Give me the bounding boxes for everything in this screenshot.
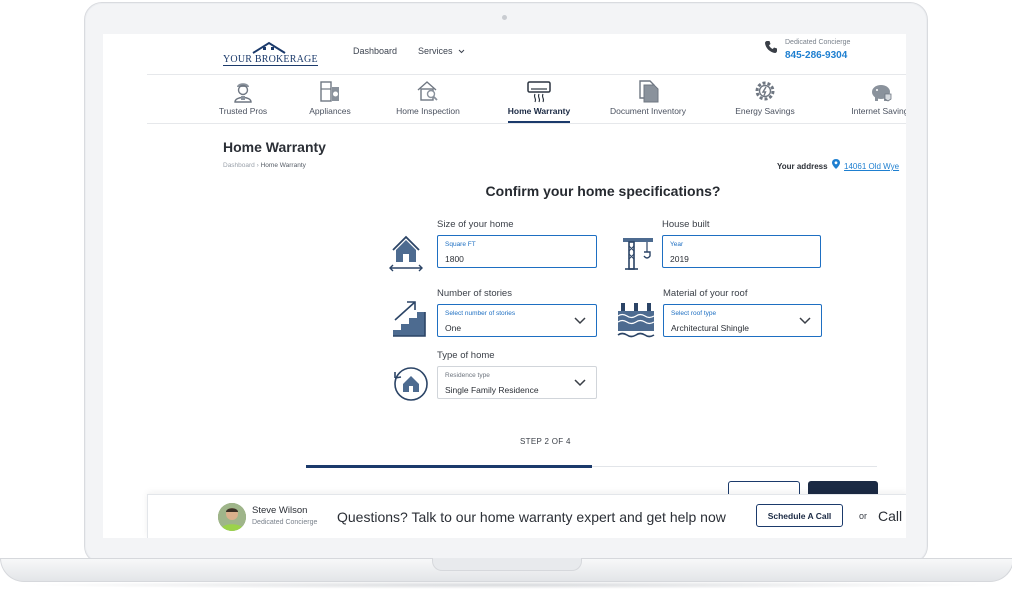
progress-fill	[306, 465, 592, 468]
construction-crane-icon	[623, 238, 653, 270]
category-home-warranty[interactable]: Home Warranty	[506, 75, 572, 123]
call-link[interactable]: Call	[878, 508, 902, 524]
avatar	[218, 503, 246, 531]
documents-icon	[639, 80, 659, 103]
page-title: Home Warranty	[223, 139, 326, 155]
home-type-label: Type of home	[437, 350, 495, 361]
house-built-label: House built	[662, 219, 710, 230]
home-type-icon	[394, 367, 428, 401]
category-internet-savings[interactable]: Internet Savings	[847, 75, 906, 123]
agent-name: Steve Wilson	[252, 505, 308, 516]
appliances-icon	[320, 81, 339, 102]
home-inspection-icon	[417, 81, 438, 101]
square-feet-input[interactable]: Square FT 1800	[437, 235, 597, 268]
breadcrumb-separator: ›	[256, 162, 259, 169]
nav-dashboard[interactable]: Dashboard	[353, 46, 397, 56]
air-conditioner-icon	[527, 81, 551, 103]
laptop-shadow	[20, 581, 992, 589]
help-message: Questions? Talk to our home warranty exp…	[337, 509, 726, 525]
stories-mini-label: Select number of stories	[445, 310, 516, 317]
category-trusted-pros[interactable]: Trusted Pros	[218, 75, 268, 123]
chevron-down-icon	[458, 49, 465, 54]
house-logo-icon	[252, 41, 286, 54]
laptop-notch	[432, 558, 582, 571]
roof-mini-label: Select roof type	[671, 310, 717, 317]
address-display: Your address 14061 Old Wye	[777, 159, 899, 171]
year-mini-label: Year	[670, 241, 684, 248]
breadcrumb-current: Home Warranty	[260, 162, 306, 169]
category-label: Home Warranty	[507, 106, 571, 116]
residence-type-select[interactable]: Residence type Single Family Residence	[437, 366, 597, 399]
help-footer: Steve Wilson Dedicated Concierge Questio…	[147, 494, 906, 538]
residence-value: Single Family Residence	[445, 385, 539, 395]
location-pin-icon	[831, 159, 840, 169]
agent-role: Dedicated Concierge	[252, 519, 318, 526]
top-bar: YOUR BROKERAGE Dashboard Services Dedica…	[147, 34, 906, 75]
or-label: or	[859, 511, 868, 521]
page: YOUR BROKERAGE Dashboard Services Dedica…	[147, 34, 906, 538]
size-label: Size of your home	[437, 219, 514, 230]
category-label: Appliances	[309, 106, 351, 116]
category-bar: Trusted Pros Appliances Home Inspection	[147, 75, 906, 124]
category-label: Energy Savings	[735, 106, 795, 116]
brokerage-logo[interactable]: YOUR BROKERAGE	[223, 41, 318, 66]
stories-label: Number of stories	[437, 288, 512, 299]
stories-select[interactable]: Select number of stories One	[437, 304, 597, 337]
stairs-icon	[393, 301, 426, 337]
category-appliances[interactable]: Appliances	[307, 75, 353, 123]
square-feet-mini-label: Square FT	[445, 241, 476, 248]
phone-icon	[765, 41, 777, 53]
screen: YOUR BROKERAGE Dashboard Services Dedica…	[103, 34, 906, 538]
year-value: 2019	[670, 254, 689, 264]
stories-value: One	[445, 323, 462, 333]
residence-mini-label: Residence type	[445, 372, 490, 379]
category-energy-savings[interactable]: Energy Savings	[733, 75, 797, 123]
house-size-icon	[389, 235, 423, 272]
category-home-inspection[interactable]: Home Inspection	[393, 75, 463, 123]
logo-text: YOUR BROKERAGE	[223, 54, 318, 66]
concierge-phone-link[interactable]: 845-286-9304	[785, 50, 847, 61]
roof-label: Material of your roof	[663, 288, 748, 299]
address-link[interactable]: 14061 Old Wye	[844, 162, 899, 171]
step-indicator: STEP 2 OF 4	[520, 437, 571, 446]
category-label: Internet Savings	[851, 106, 906, 116]
breadcrumb: Dashboard › Home Warranty	[223, 162, 306, 169]
laptop-camera	[502, 15, 507, 20]
year-built-input[interactable]: Year 2019	[662, 235, 821, 268]
square-feet-value: 1800	[445, 254, 464, 264]
nav-services-label: Services	[418, 46, 453, 56]
category-label: Document Inventory	[609, 106, 687, 116]
energy-gear-icon	[755, 81, 775, 101]
worker-icon	[234, 83, 252, 103]
category-label: Trusted Pros	[218, 106, 268, 116]
agent-photo-icon	[218, 503, 246, 531]
category-document-inventory[interactable]: Document Inventory	[607, 75, 689, 123]
concierge-label: Dedicated Concierge	[785, 39, 851, 46]
form-question: Confirm your home specifications?	[485, 183, 721, 199]
nav-services[interactable]: Services	[418, 46, 465, 56]
chevron-down-icon	[574, 317, 586, 325]
category-label: Home Inspection	[396, 106, 460, 116]
roof-type-select[interactable]: Select roof type Architectural Shingle	[663, 304, 822, 337]
roof-value: Architectural Shingle	[671, 323, 749, 333]
breadcrumb-root[interactable]: Dashboard	[223, 162, 255, 169]
piggy-bank-icon	[872, 85, 892, 102]
address-label: Your address	[777, 162, 828, 171]
roof-tiles-icon	[617, 303, 655, 338]
active-tab-indicator	[508, 121, 570, 123]
chevron-down-icon	[574, 379, 586, 387]
schedule-call-button[interactable]: Schedule A Call	[756, 504, 843, 527]
chevron-down-icon	[799, 317, 811, 325]
